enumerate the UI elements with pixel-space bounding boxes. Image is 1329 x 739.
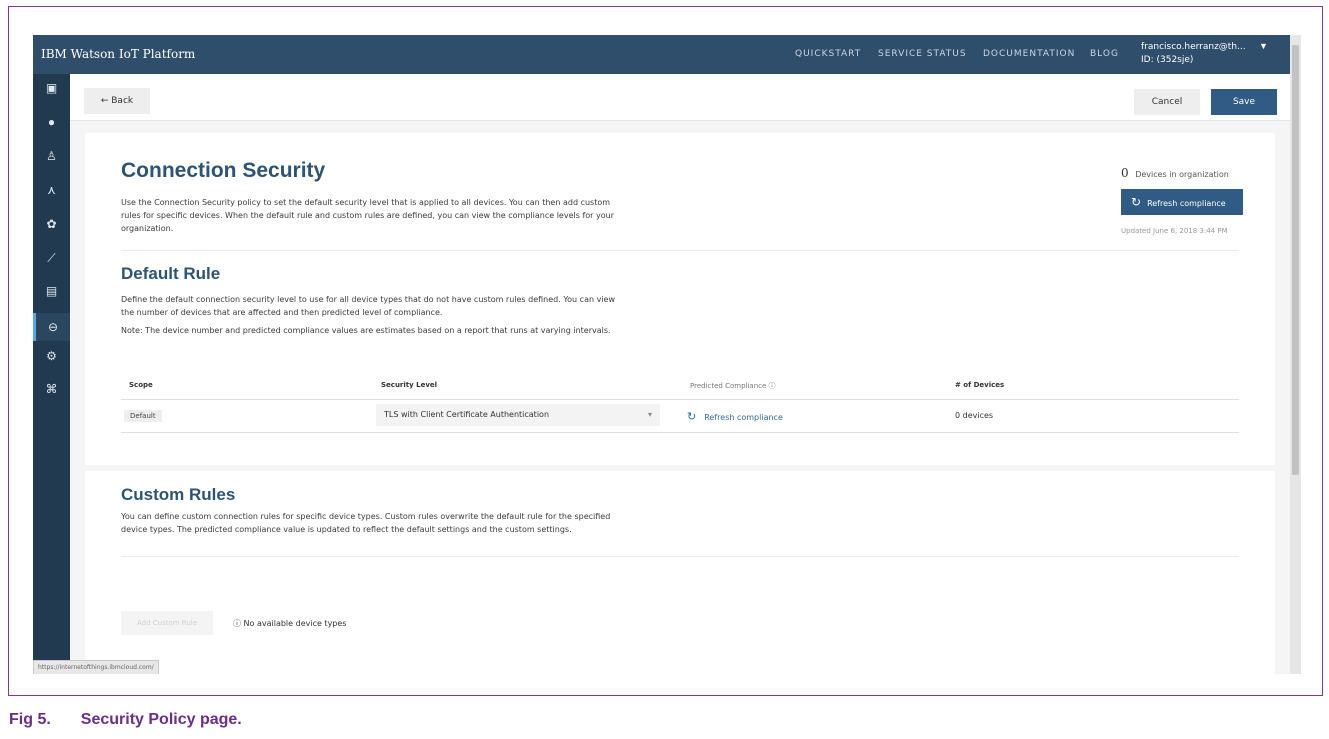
user-menu[interactable]: francisco.herranz@th... ID: (352sje) xyxy=(1141,41,1246,67)
user-email: francisco.herranz@th... xyxy=(1141,42,1246,52)
column-header-predicted-compliance: Predicted Compliance ⓘ xyxy=(690,382,776,390)
device-count-label: Devices in organization xyxy=(1135,170,1229,179)
column-header-security-level: Security Level xyxy=(381,381,438,389)
network-icon[interactable]: ⌘ xyxy=(33,379,70,399)
figure-caption: Fig 5. Security Policy page. xyxy=(9,711,242,729)
rules-icon[interactable]: ✿ xyxy=(33,214,70,234)
members-icon[interactable]: ♙ xyxy=(33,146,70,166)
scope-tag: Default xyxy=(124,410,162,422)
action-toolbar: ← Back Cancel Save xyxy=(70,74,1290,121)
section-divider xyxy=(121,250,1239,251)
page-title: Connection Security xyxy=(121,159,326,182)
chevron-down-icon: ▾ xyxy=(647,410,652,419)
apps-icon[interactable]: ⋏ xyxy=(33,180,70,200)
refresh-compliance-button[interactable]: ↻ Refresh compliance xyxy=(1121,189,1243,215)
column-header-scope: Scope xyxy=(129,381,153,389)
nav-documentation[interactable]: DOCUMENTATION xyxy=(983,49,1075,59)
extensions-icon[interactable]: ⚙ xyxy=(33,346,70,366)
no-device-types-message: ⓘ No available device types xyxy=(233,619,347,628)
cancel-button[interactable]: Cancel xyxy=(1134,89,1200,115)
boards-icon[interactable]: ▣ xyxy=(33,78,70,98)
custom-rules-card: Custom Rules You can define custom conne… xyxy=(85,471,1275,674)
custom-rules-title: Custom Rules xyxy=(121,485,236,504)
screenshot: IBM Watson IoT Platform QUICKSTART SERVI… xyxy=(33,35,1301,674)
figure-number: Fig 5. xyxy=(9,711,51,728)
scrollbar[interactable] xyxy=(1290,35,1301,674)
usage-icon[interactable]: ⟋ xyxy=(33,248,70,268)
column-header-devices: # of Devices xyxy=(955,381,1005,389)
top-header: IBM Watson IoT Platform QUICKSTART SERVI… xyxy=(33,35,1301,74)
refresh-icon: ↻ xyxy=(1131,195,1142,209)
device-count-cell: 0 devices xyxy=(955,411,994,420)
refresh-compliance-link[interactable]: ↻ Refresh compliance xyxy=(687,410,783,423)
sidebar: ▣ ● ♙ ⋏ ✿ ⟋ ▤ ⊖ ⚙ ⌘ xyxy=(33,74,70,674)
status-bar-url: https://internetofthings.ibmcloud.com/ xyxy=(33,660,159,674)
refresh-compliance-link-label: Refresh compliance xyxy=(704,413,783,422)
security-level-select[interactable]: TLS with Client Certificate Authenticati… xyxy=(376,404,660,426)
default-rule-description: Define the default connection security l… xyxy=(121,295,616,317)
devices-in-org: 0 Devices in organization xyxy=(1121,166,1229,180)
custom-rules-description: You can define custom connection rules f… xyxy=(121,512,611,534)
save-button[interactable]: Save xyxy=(1211,89,1277,115)
default-rule-title: Default Rule xyxy=(121,264,221,283)
security-level-value: TLS with Client Certificate Authenticati… xyxy=(384,410,550,419)
figure-caption-text: Security Policy page. xyxy=(80,711,242,728)
user-id: ID: (352sje) xyxy=(1141,55,1194,65)
nav-service-status[interactable]: SERVICE STATUS xyxy=(878,49,967,59)
logs-icon[interactable]: ▤ xyxy=(33,281,70,301)
nav-quickstart[interactable]: QUICKSTART xyxy=(795,49,861,59)
device-count: 0 xyxy=(1121,166,1129,180)
refresh-compliance-label: Refresh compliance xyxy=(1147,199,1226,208)
back-button[interactable]: ← Back xyxy=(84,88,150,114)
connection-security-card: Connection Security Use the Connection S… xyxy=(85,133,1275,465)
brand-title[interactable]: IBM Watson IoT Platform xyxy=(41,47,195,61)
nav-blog[interactable]: BLOG xyxy=(1090,49,1119,59)
scrollbar-thumb[interactable] xyxy=(1292,45,1299,475)
settings-gear-icon[interactable]: ● xyxy=(33,112,70,132)
default-rule-note: Note: The device number and predicted co… xyxy=(121,326,611,335)
table-row: Default TLS with Client Certificate Auth… xyxy=(121,399,1239,433)
section-divider xyxy=(121,556,1239,557)
chevron-down-icon[interactable]: ▼ xyxy=(1259,41,1268,51)
connection-security-description: Use the Connection Security policy to se… xyxy=(121,198,614,233)
add-custom-rule-button[interactable]: Add Custom Rule xyxy=(121,611,213,635)
updated-timestamp: Updated June 6, 2018 3:44 PM xyxy=(1121,227,1228,235)
refresh-icon: ↻ xyxy=(687,410,697,423)
security-lock-icon[interactable]: ⊖ xyxy=(33,313,70,341)
